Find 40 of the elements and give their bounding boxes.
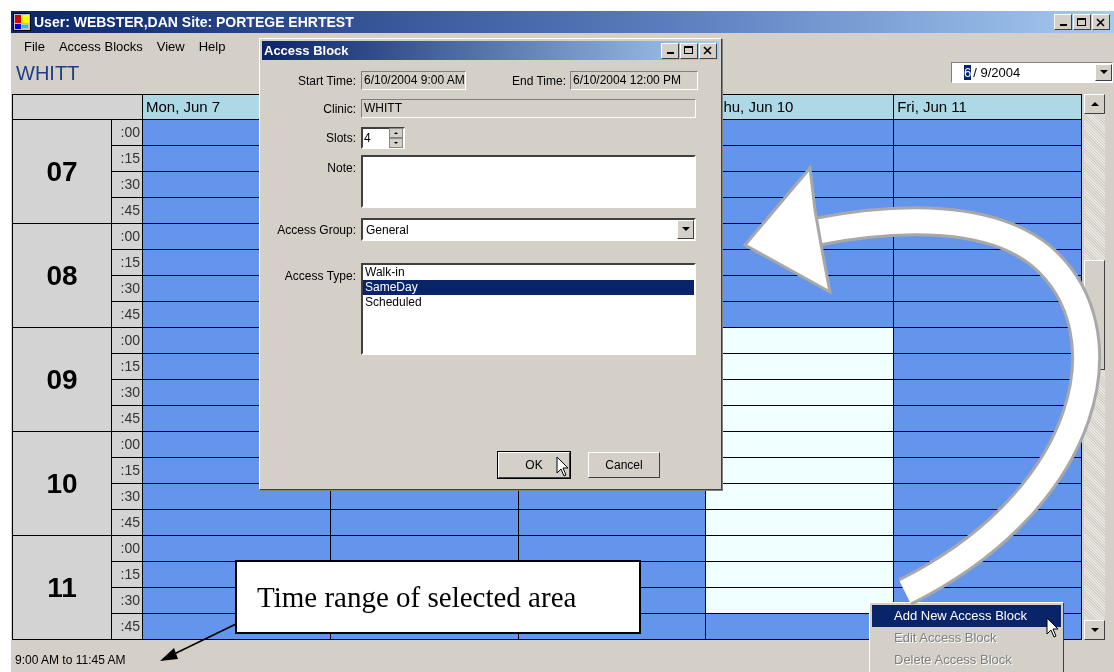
field-label: Slots: xyxy=(325,131,356,145)
minute-label: :45 xyxy=(112,406,142,431)
hour-label: 07 xyxy=(13,120,111,223)
minute-label: :30 xyxy=(112,484,142,509)
end-time-field: 6/10/2004 12:00 PM xyxy=(570,71,698,90)
minute-label: :00 xyxy=(112,536,142,561)
minute-label: :30 xyxy=(112,172,142,197)
field-label: Access Type: xyxy=(283,269,356,283)
hour-label: 09 xyxy=(13,328,111,431)
field-label: Start Time: xyxy=(297,73,356,88)
minute-label: :00 xyxy=(112,328,142,353)
start-time-field: 6/10/2004 9:00 AM xyxy=(361,71,466,90)
callout-text: Time range of selected area xyxy=(257,580,577,614)
minute-label: :15 xyxy=(112,458,142,483)
window-title: User: WEBSTER,DAN Site: PORTEGE EHRTEST xyxy=(34,14,355,30)
hour-label: 10 xyxy=(13,432,111,535)
field-label: End Time: xyxy=(510,73,566,88)
field-label: Access Group: xyxy=(276,222,356,237)
clinic-field: WHITT xyxy=(361,99,696,118)
status-text: 9:00 AM to 11:45 AM xyxy=(15,653,126,667)
minute-label: :45 xyxy=(112,614,142,639)
minute-label: :00 xyxy=(112,224,142,249)
day-header: Fri, Jun 11 xyxy=(894,95,1081,119)
minute-label: :00 xyxy=(112,432,142,457)
minute-label: :30 xyxy=(112,588,142,613)
minute-label: :30 xyxy=(112,276,142,301)
hour-label: 08 xyxy=(13,224,111,327)
clinic-name: WHITT xyxy=(16,62,80,85)
minute-label: :00 xyxy=(112,120,142,145)
dialog-title: Access Block xyxy=(264,43,349,58)
minute-label: :15 xyxy=(112,562,142,587)
minute-label: :30 xyxy=(112,380,142,405)
minute-label: :15 xyxy=(112,146,142,171)
minute-label: :45 xyxy=(112,510,142,535)
field-label: Note: xyxy=(326,161,356,175)
minute-label: :15 xyxy=(112,354,142,379)
hour-label: 11 xyxy=(13,536,111,639)
minute-label: :15 xyxy=(112,250,142,275)
minute-label: :45 xyxy=(112,302,142,327)
minute-label: :45 xyxy=(112,198,142,223)
